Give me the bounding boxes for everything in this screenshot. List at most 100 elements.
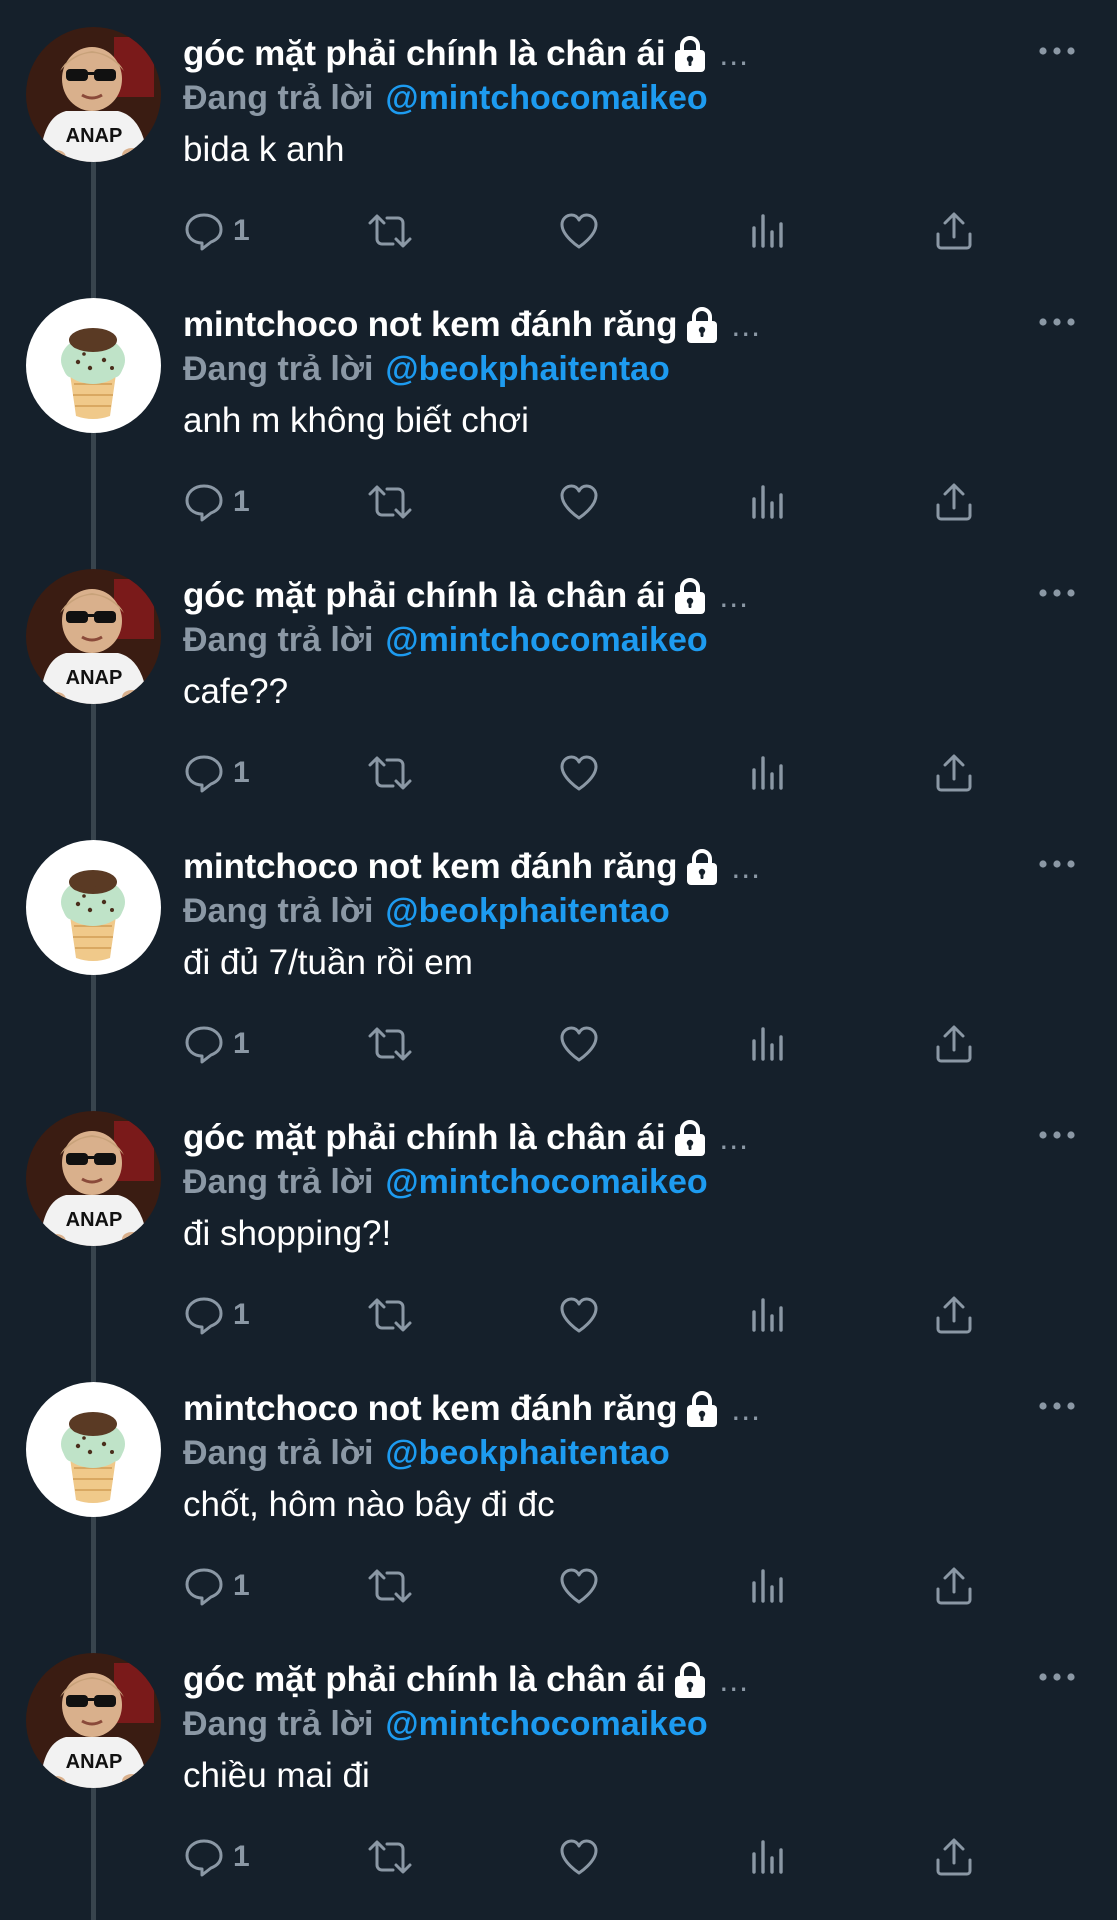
like-button[interactable] bbox=[558, 478, 600, 526]
mint-ice-cream-avatar-art bbox=[26, 840, 161, 975]
tweet-actions: 1 bbox=[183, 1833, 983, 1881]
more-options-icon[interactable] bbox=[1037, 1662, 1077, 1692]
name-ellipsis: ... bbox=[731, 306, 762, 343]
analytics-button[interactable] bbox=[747, 207, 787, 255]
replying-to-handle[interactable]: @beokphaitentao bbox=[385, 892, 669, 931]
tweet[interactable]: ANAP góc mặt phải chính là chân ái ... Đ… bbox=[0, 1084, 1117, 1355]
tweet[interactable]: mintchoco not kem đánh răng ... Đang trả… bbox=[0, 813, 1117, 1084]
analytics-button[interactable] bbox=[747, 1833, 787, 1881]
reply-icon bbox=[183, 481, 225, 523]
reply-button[interactable]: 1 bbox=[183, 1291, 250, 1339]
analytics-button[interactable] bbox=[747, 1020, 787, 1068]
display-name[interactable]: mintchoco not kem đánh răng bbox=[183, 847, 678, 887]
more-options-icon[interactable] bbox=[1037, 849, 1077, 879]
display-name[interactable]: góc mặt phải chính là chân ái bbox=[183, 34, 666, 74]
replying-to-label: Đang trả lời bbox=[183, 620, 374, 659]
retweet-icon bbox=[366, 210, 414, 252]
share-icon bbox=[933, 752, 975, 794]
share-icon bbox=[933, 1294, 975, 1336]
like-button[interactable] bbox=[558, 1291, 600, 1339]
kid-sunglasses-avatar[interactable]: ANAP bbox=[26, 569, 161, 704]
replying-to: Đang trả lời @beokphaitentao bbox=[183, 347, 670, 391]
like-button[interactable] bbox=[558, 1020, 600, 1068]
share-button[interactable] bbox=[933, 207, 975, 255]
name-ellipsis: ... bbox=[719, 35, 750, 72]
kid-sunglasses-avatar-art: ANAP bbox=[26, 569, 161, 704]
share-button[interactable] bbox=[933, 1020, 975, 1068]
like-button[interactable] bbox=[558, 749, 600, 797]
replying-to-handle[interactable]: @beokphaitentao bbox=[385, 1434, 669, 1473]
display-name[interactable]: mintchoco not kem đánh răng bbox=[183, 305, 678, 345]
more-options-icon[interactable] bbox=[1037, 1391, 1077, 1421]
reply-button[interactable]: 1 bbox=[183, 749, 250, 797]
kid-sunglasses-avatar[interactable]: ANAP bbox=[26, 1111, 161, 1246]
retweet-button[interactable] bbox=[366, 749, 414, 797]
replying-to-handle[interactable]: @beokphaitentao bbox=[385, 350, 669, 389]
reply-count: 1 bbox=[233, 1027, 250, 1060]
replying-to-label: Đang trả lời bbox=[183, 1162, 374, 1201]
display-name[interactable]: góc mặt phải chính là chân ái bbox=[183, 1118, 666, 1158]
reply-icon bbox=[183, 210, 225, 252]
like-button[interactable] bbox=[558, 207, 600, 255]
replying-to: Đang trả lời @mintchocomaikeo bbox=[183, 618, 708, 662]
share-button[interactable] bbox=[933, 1562, 975, 1610]
retweet-button[interactable] bbox=[366, 207, 414, 255]
replying-to: Đang trả lời @mintchocomaikeo bbox=[183, 1160, 708, 1204]
reply-button[interactable]: 1 bbox=[183, 1020, 250, 1068]
analytics-button[interactable] bbox=[747, 1291, 787, 1339]
retweet-button[interactable] bbox=[366, 1291, 414, 1339]
author-row: mintchoco not kem đánh răng ... bbox=[183, 843, 761, 891]
mint-ice-cream-avatar[interactable] bbox=[26, 298, 161, 433]
replying-to-handle[interactable]: @mintchocomaikeo bbox=[385, 79, 707, 118]
retweet-button[interactable] bbox=[366, 1562, 414, 1610]
retweet-button[interactable] bbox=[366, 478, 414, 526]
reply-button[interactable]: 1 bbox=[183, 1562, 250, 1610]
more-options-icon[interactable] bbox=[1037, 578, 1077, 608]
more-options-icon[interactable] bbox=[1037, 36, 1077, 66]
author-row: góc mặt phải chính là chân ái ... bbox=[183, 1656, 749, 1704]
replying-to-label: Đang trả lời bbox=[183, 1433, 374, 1472]
reply-button[interactable]: 1 bbox=[183, 1833, 250, 1881]
heart-icon bbox=[558, 1565, 600, 1607]
reply-count: 1 bbox=[233, 1840, 250, 1873]
display-name[interactable]: mintchoco not kem đánh răng bbox=[183, 1389, 678, 1429]
tweet[interactable]: ANAP góc mặt phải chính là chân ái ... Đ… bbox=[0, 542, 1117, 813]
reply-button[interactable]: 1 bbox=[183, 478, 250, 526]
heart-icon bbox=[558, 481, 600, 523]
kid-sunglasses-avatar[interactable]: ANAP bbox=[26, 27, 161, 162]
tweet[interactable]: mintchoco not kem đánh răng ... Đang trả… bbox=[0, 271, 1117, 542]
retweet-button[interactable] bbox=[366, 1833, 414, 1881]
more-options-icon[interactable] bbox=[1037, 1120, 1077, 1150]
replying-to-handle[interactable]: @mintchocomaikeo bbox=[385, 621, 707, 660]
share-button[interactable] bbox=[933, 1833, 975, 1881]
like-button[interactable] bbox=[558, 1562, 600, 1610]
retweet-button[interactable] bbox=[366, 1020, 414, 1068]
display-name[interactable]: góc mặt phải chính là chân ái bbox=[183, 576, 666, 616]
analytics-button[interactable] bbox=[747, 749, 787, 797]
share-button[interactable] bbox=[933, 749, 975, 797]
heart-icon bbox=[558, 752, 600, 794]
retweet-icon bbox=[366, 1836, 414, 1878]
svg-text:ANAP: ANAP bbox=[66, 1209, 123, 1231]
analytics-button[interactable] bbox=[747, 478, 787, 526]
tweet[interactable]: mintchoco not kem đánh răng ... Đang trả… bbox=[0, 1355, 1117, 1626]
tweet[interactable]: ANAP góc mặt phải chính là chân ái ... Đ… bbox=[0, 1626, 1117, 1897]
analytics-button[interactable] bbox=[747, 1562, 787, 1610]
tweet-actions: 1 bbox=[183, 478, 983, 526]
mint-ice-cream-avatar[interactable] bbox=[26, 840, 161, 975]
name-ellipsis: ... bbox=[731, 848, 762, 885]
mint-ice-cream-avatar[interactable] bbox=[26, 1382, 161, 1517]
analytics-icon bbox=[747, 1836, 787, 1878]
share-button[interactable] bbox=[933, 1291, 975, 1339]
analytics-icon bbox=[747, 752, 787, 794]
reply-button[interactable]: 1 bbox=[183, 207, 250, 255]
replying-to: Đang trả lời @beokphaitentao bbox=[183, 889, 670, 933]
replying-to-handle[interactable]: @mintchocomaikeo bbox=[385, 1705, 707, 1744]
display-name[interactable]: góc mặt phải chính là chân ái bbox=[183, 1660, 666, 1700]
replying-to-handle[interactable]: @mintchocomaikeo bbox=[385, 1163, 707, 1202]
share-button[interactable] bbox=[933, 478, 975, 526]
like-button[interactable] bbox=[558, 1833, 600, 1881]
tweet[interactable]: ANAP góc mặt phải chính là chân ái ... Đ… bbox=[0, 0, 1117, 271]
more-options-icon[interactable] bbox=[1037, 307, 1077, 337]
kid-sunglasses-avatar[interactable]: ANAP bbox=[26, 1653, 161, 1788]
